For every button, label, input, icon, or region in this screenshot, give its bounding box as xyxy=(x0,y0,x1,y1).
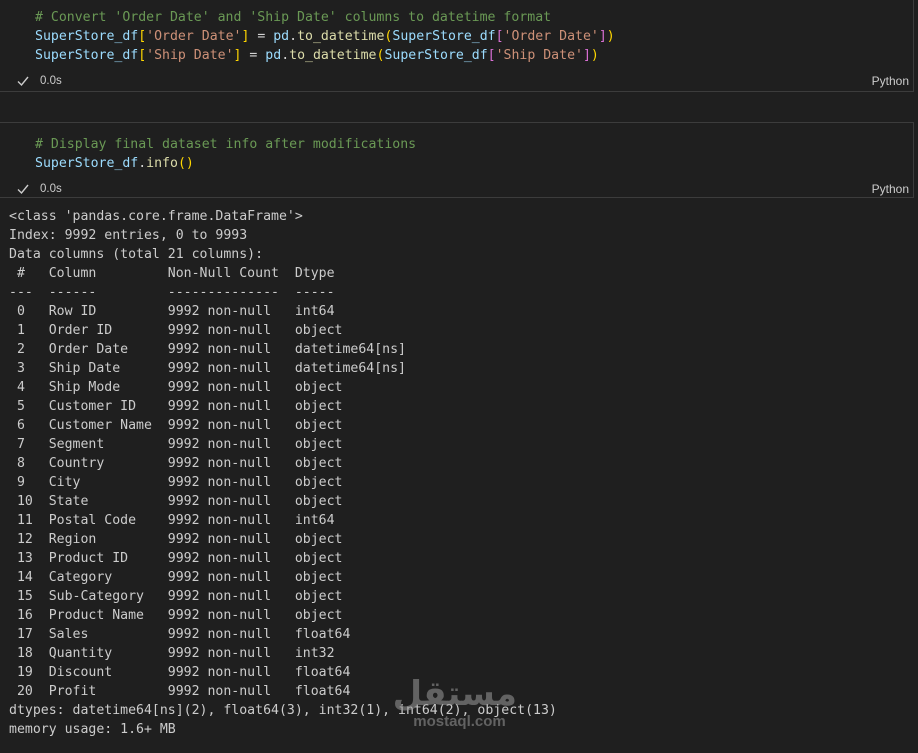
output-line: 0 Row ID 9992 non-null int64 xyxy=(9,304,406,319)
output-line: Data columns (total 21 columns): xyxy=(9,247,264,262)
output-line: 3 Ship Date 9992 non-null datetime64[ns] xyxy=(9,361,406,376)
cell-output: <class 'pandas.core.frame.DataFrame'> Ind… xyxy=(9,207,557,739)
execution-time: 0.0s xyxy=(40,75,62,87)
output-line: 18 Quantity 9992 non-null int32 xyxy=(9,646,406,661)
output-line: 20 Profit 9992 non-null float64 xyxy=(9,684,406,699)
cell-status: 0.0s xyxy=(16,182,62,196)
code-editor[interactable]: # Display final dataset info after modif… xyxy=(35,135,416,173)
output-line: 15 Sub-Category 9992 non-null object xyxy=(9,589,406,604)
code-cell-display-info[interactable]: # Display final dataset info after modif… xyxy=(0,122,914,198)
output-line: 19 Discount 9992 non-null float64 xyxy=(9,665,406,680)
cell-language-picker[interactable]: Python xyxy=(872,182,909,196)
output-line: 9 City 9992 non-null object xyxy=(9,475,406,490)
cell-status: 0.0s xyxy=(16,74,62,88)
code-cell-convert-dates[interactable]: # Convert 'Order Date' and 'Ship Date' c… xyxy=(0,0,914,92)
output-line: dtypes: datetime64[ns](2), float64(3), i… xyxy=(9,703,557,718)
output-line: 7 Segment 9992 non-null object xyxy=(9,437,406,452)
output-line: memory usage: 1.6+ MB xyxy=(9,722,176,737)
output-line: 14 Category 9992 non-null object xyxy=(9,570,406,585)
cell-language-picker[interactable]: Python xyxy=(872,74,909,88)
output-line: 11 Postal Code 9992 non-null int64 xyxy=(9,513,406,528)
code-line: # Convert 'Order Date' and 'Ship Date' c… xyxy=(35,10,552,25)
code-line: SuperStore_df['Ship Date'] = pd.to_datet… xyxy=(35,48,599,63)
output-line: # Column Non-Null Count Dtype xyxy=(9,266,406,281)
code-editor[interactable]: # Convert 'Order Date' and 'Ship Date' c… xyxy=(35,8,615,65)
code-line: # Display final dataset info after modif… xyxy=(35,137,417,152)
output-line: Index: 9992 entries, 0 to 9993 xyxy=(9,228,248,243)
output-line: 6 Customer Name 9992 non-null object xyxy=(9,418,406,433)
output-line: 17 Sales 9992 non-null float64 xyxy=(9,627,406,642)
checkmark-icon xyxy=(17,184,29,195)
output-line: 4 Ship Mode 9992 non-null object xyxy=(9,380,406,395)
output-line: 13 Product ID 9992 non-null object xyxy=(9,551,406,566)
checkmark-icon xyxy=(17,76,29,87)
output-line: 1 Order ID 9992 non-null object xyxy=(9,323,406,338)
output-line: 2 Order Date 9992 non-null datetime64[ns… xyxy=(9,342,406,357)
output-line: 5 Customer ID 9992 non-null object xyxy=(9,399,406,414)
output-line: --- ------ -------------- ----- xyxy=(9,285,406,300)
output-line: 10 State 9992 non-null object xyxy=(9,494,406,509)
code-line: SuperStore_df['Order Date'] = pd.to_date… xyxy=(35,29,615,44)
execution-time: 0.0s xyxy=(40,183,62,195)
output-line: <class 'pandas.core.frame.DataFrame'> xyxy=(9,209,303,224)
output-line: 12 Region 9992 non-null object xyxy=(9,532,406,547)
output-line: 16 Product Name 9992 non-null object xyxy=(9,608,406,623)
code-line: SuperStore_df.info() xyxy=(35,156,194,171)
output-line: 8 Country 9992 non-null object xyxy=(9,456,406,471)
